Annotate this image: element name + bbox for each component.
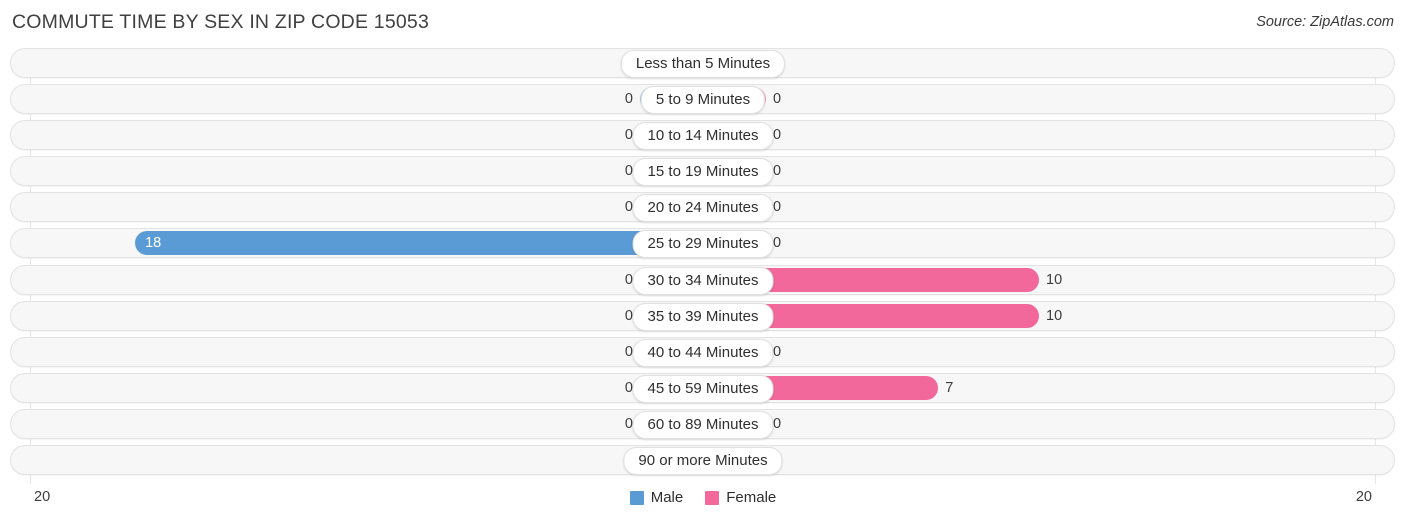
category-label-pill: 45 to 59 Minutes (632, 374, 774, 403)
female-value-label: 0 (773, 199, 782, 216)
bar-row: 00Less than 5 Minutes (0, 48, 1406, 78)
bar-row: 0 10 35 to 39 Minutes (0, 300, 1406, 331)
female-value-label: 7 (945, 379, 954, 396)
category-label-pill: 25 to 29 Minutes (632, 230, 774, 259)
female-value-label: 0 (773, 163, 782, 180)
chart-header: COMMUTE TIME BY SEX IN ZIP CODE 15053 So… (0, 0, 1406, 46)
female-value-label: 0 (773, 127, 782, 144)
female-value-label: 0 (773, 415, 782, 432)
category-label-pill: 5 to 9 Minutes (640, 86, 766, 115)
category-label-pill: 60 to 89 Minutes (632, 410, 774, 439)
legend-label-female: Female (726, 489, 777, 506)
page-title: COMMUTE TIME BY SEX IN ZIP CODE 15053 (12, 11, 430, 33)
male-bar[interactable]: 18 (135, 231, 703, 256)
chart-plot-area: 00Less than 5 Minutes005 to 9 Minutes001… (0, 48, 1406, 484)
bar-row: 0 0 5 to 9 Minutes (0, 84, 1406, 115)
category-label-pill: 10 to 14 Minutes (632, 122, 774, 151)
bar-row: 0 7 45 to 59 Minutes (0, 372, 1406, 403)
chart-legend: Male Female (0, 489, 1406, 506)
category-label-pill: 40 to 44 Minutes (632, 338, 774, 367)
legend-label-male: Male (650, 489, 684, 506)
source-attribution: Source: ZipAtlas.com (1256, 14, 1394, 30)
legend-swatch-female-icon (705, 490, 720, 505)
category-label-pill: 35 to 39 Minutes (632, 302, 774, 331)
female-value-label: 10 (1046, 271, 1063, 288)
category-label-pill: Less than 5 Minutes (620, 50, 786, 78)
female-value-label: 10 (1046, 307, 1063, 324)
bar-row: 0 0 60 to 89 Minutes (0, 408, 1406, 439)
female-value-label: 0 (773, 343, 782, 360)
bar-rows-container: 00Less than 5 Minutes005 to 9 Minutes001… (0, 48, 1406, 481)
male-value-label: 0 (624, 91, 633, 108)
category-label-pill: 20 to 24 Minutes (632, 194, 774, 223)
bar-row: 0090 or more Minutes (0, 445, 1406, 476)
category-label-pill: 90 or more Minutes (623, 447, 783, 476)
bar-row: 0 10 30 to 34 Minutes (0, 264, 1406, 295)
bar-row: 0 0 15 to 19 Minutes (0, 156, 1406, 187)
chart-footer: 20 20 Male Female (0, 484, 1406, 523)
female-value-label: 0 (773, 235, 782, 252)
legend-item-male[interactable]: Male (629, 489, 684, 506)
female-value-label: 0 (773, 91, 782, 108)
bar-row: 0 0 20 to 24 Minutes (0, 192, 1406, 223)
legend-swatch-male-icon (629, 490, 644, 505)
male-value-label: 18 (145, 235, 162, 252)
category-label-pill: 15 to 19 Minutes (632, 158, 774, 187)
category-label-pill: 30 to 34 Minutes (632, 266, 774, 295)
bar-row: 0 0 40 to 44 Minutes (0, 336, 1406, 367)
bar-row: 18 0 25 to 29 Minutes (0, 228, 1406, 259)
bar-row: 0 0 10 to 14 Minutes (0, 120, 1406, 151)
legend-item-female[interactable]: Female (705, 489, 776, 506)
